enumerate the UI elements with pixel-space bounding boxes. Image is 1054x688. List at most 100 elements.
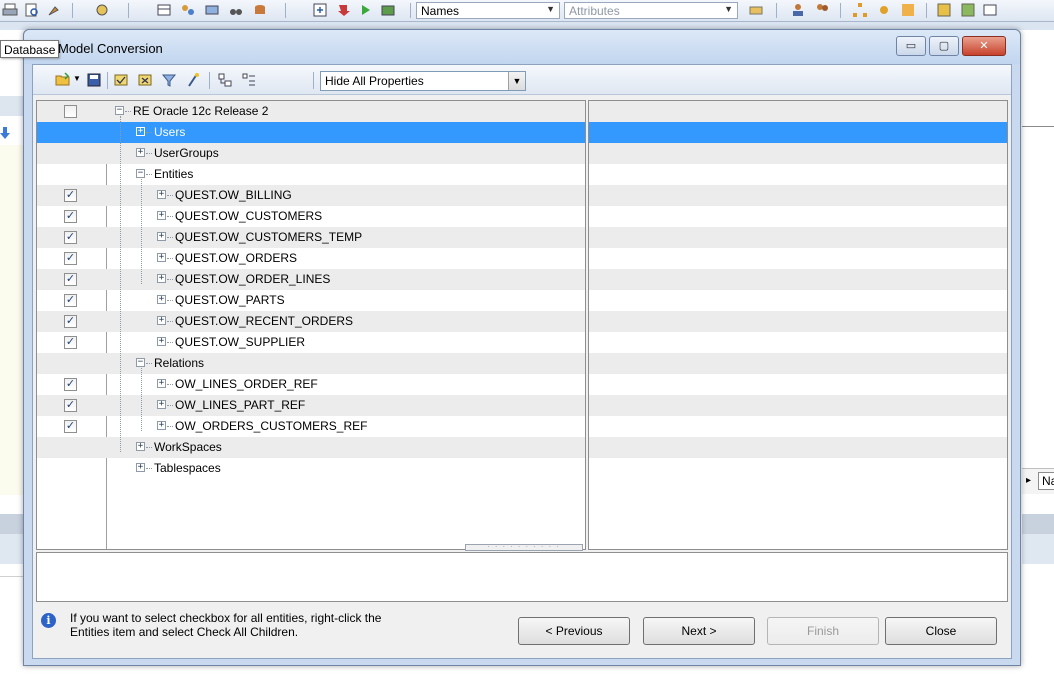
close-button[interactable]: Close xyxy=(885,617,997,645)
network-icon[interactable] xyxy=(876,2,892,18)
save-icon[interactable] xyxy=(86,72,102,88)
collapse-icon[interactable]: − xyxy=(136,169,145,178)
collapse-tree-icon[interactable] xyxy=(241,72,257,88)
expand-icon[interactable]: + xyxy=(157,253,166,262)
properties-row xyxy=(589,395,1007,416)
tree-node-label: Entities xyxy=(154,167,194,181)
tree-checkbox-r2[interactable]: ✓ xyxy=(64,399,77,412)
brush-icon[interactable] xyxy=(46,2,62,18)
scroll-right-icon[interactable]: ▸ xyxy=(1026,475,1031,486)
key-icon[interactable] xyxy=(748,2,764,18)
report-icon[interactable] xyxy=(936,2,952,18)
run-icon[interactable] xyxy=(358,2,374,18)
expand-icon[interactable]: + xyxy=(157,379,166,388)
tree-node-label: QUEST.OW_BILLING xyxy=(175,188,292,202)
minimize-button[interactable]: ▭ xyxy=(896,36,926,56)
splitter-grip[interactable]: · · · · · · · · · · xyxy=(465,544,583,551)
diagram-icon[interactable] xyxy=(960,2,976,18)
filter-icon[interactable] xyxy=(161,72,177,88)
next-button[interactable]: Next > xyxy=(643,617,755,645)
database-tooltip: Database xyxy=(0,40,60,58)
dropdown-arrow-icon[interactable]: ▼ xyxy=(73,74,81,83)
tree-connector xyxy=(167,300,173,301)
expand-icon[interactable]: + xyxy=(157,295,166,304)
previous-button[interactable]: < Previous xyxy=(518,617,630,645)
uncheck-all-icon[interactable] xyxy=(137,72,153,88)
expand-icon[interactable]: + xyxy=(157,400,166,409)
tree-connector xyxy=(146,153,152,154)
view-icon[interactable] xyxy=(204,2,220,18)
tree-node-label: Users xyxy=(154,125,186,139)
tree-checkbox-e4[interactable]: ✓ xyxy=(64,252,77,265)
model-conversion-dialog: Model Conversion ▭ ▢ ✕ ▼ Hide All Proper… xyxy=(23,29,1021,666)
tree-checkbox-e8[interactable]: ✓ xyxy=(64,336,77,349)
close-window-button[interactable]: ✕ xyxy=(962,36,1006,56)
expand-icon[interactable]: + xyxy=(136,442,145,451)
expand-tree-icon[interactable] xyxy=(217,72,233,88)
maximize-button[interactable]: ▢ xyxy=(929,36,959,56)
expand-icon[interactable]: + xyxy=(157,316,166,325)
magic-wand-icon[interactable] xyxy=(185,72,201,88)
tree-checkbox-r1[interactable]: ✓ xyxy=(64,378,77,391)
tree-node-label: WorkSpaces xyxy=(154,440,222,454)
hierarchy-icon[interactable] xyxy=(852,2,868,18)
tree-connector xyxy=(167,384,173,385)
tree-node-label: QUEST.OW_CUSTOMERS xyxy=(175,209,323,223)
info-text: If you want to select checkbox for all e… xyxy=(70,611,382,639)
print-preview-icon[interactable] xyxy=(24,2,40,18)
database-tool-icon[interactable] xyxy=(252,2,268,18)
tree-checkbox-e3[interactable]: ✓ xyxy=(64,231,77,244)
tree-checkbox-e1[interactable]: ✓ xyxy=(64,189,77,202)
tree-row-tablespaces[interactable]: + Tablespaces xyxy=(37,458,585,479)
properties-row xyxy=(589,437,1007,458)
tree-panel[interactable]: − RE Oracle 12c Release 2 + Users + UserGroup… xyxy=(36,100,586,550)
tree-checkbox-r3[interactable]: ✓ xyxy=(64,420,77,433)
properties-row xyxy=(589,269,1007,290)
print-icon[interactable] xyxy=(2,2,18,18)
expand-icon[interactable]: + xyxy=(136,127,145,136)
tree-checkbox-e7[interactable]: ✓ xyxy=(64,315,77,328)
names-combo[interactable]: Names ▼ xyxy=(416,2,560,19)
tree-checkbox-e5[interactable]: ✓ xyxy=(64,273,77,286)
expand-icon[interactable]: + xyxy=(157,232,166,241)
model-icon[interactable] xyxy=(94,2,110,18)
properties-panel[interactable] xyxy=(588,100,1008,550)
table-icon[interactable] xyxy=(156,2,172,18)
finish-button[interactable]: Finish xyxy=(767,617,879,645)
toolbar-separator xyxy=(926,3,927,18)
attributes-combo[interactable]: Attributes ▼ xyxy=(564,2,738,19)
relation-icon[interactable] xyxy=(180,2,196,18)
right-tab[interactable]: Na xyxy=(1038,472,1054,490)
collapse-icon[interactable]: − xyxy=(136,358,145,367)
collapse-icon[interactable]: − xyxy=(115,106,124,115)
expand-icon[interactable]: + xyxy=(157,211,166,220)
add-icon[interactable] xyxy=(312,2,328,18)
cluster-icon[interactable] xyxy=(900,2,916,18)
check-all-icon[interactable] xyxy=(113,72,129,88)
expand-icon[interactable]: + xyxy=(157,274,166,283)
expand-icon[interactable]: + xyxy=(136,463,145,472)
dialog-toolbar: ▼ Hide All Properties ▼ xyxy=(33,65,1011,95)
tree-checkbox-e6[interactable]: ✓ xyxy=(64,294,77,307)
user-icon[interactable] xyxy=(790,2,806,18)
tree-node-label: QUEST.OW_PARTS xyxy=(175,293,285,307)
red-arrow-icon[interactable] xyxy=(336,2,352,18)
expand-icon[interactable]: + xyxy=(136,148,145,157)
expand-icon[interactable]: + xyxy=(157,421,166,430)
tree-checkbox-root[interactable] xyxy=(64,105,77,118)
expand-icon[interactable]: + xyxy=(157,337,166,346)
export-icon[interactable] xyxy=(380,2,396,18)
binoculars-icon[interactable] xyxy=(228,2,244,18)
dialog-titlebar[interactable]: Model Conversion ▭ ▢ ✕ xyxy=(24,30,1020,64)
crp-icon[interactable] xyxy=(982,2,998,18)
right-footer xyxy=(1022,514,1054,534)
tree-checkbox-e2[interactable]: ✓ xyxy=(64,210,77,223)
right-footer-band xyxy=(1022,534,1054,564)
properties-select[interactable]: Hide All Properties ▼ xyxy=(320,71,526,91)
users-icon[interactable] xyxy=(814,2,830,18)
tree-guide-line xyxy=(141,179,142,284)
properties-row xyxy=(589,227,1007,248)
tree-node-label: OW_ORDERS_CUSTOMERS_REF xyxy=(175,419,368,433)
open-folder-icon[interactable] xyxy=(55,72,71,88)
expand-icon[interactable]: + xyxy=(157,190,166,199)
